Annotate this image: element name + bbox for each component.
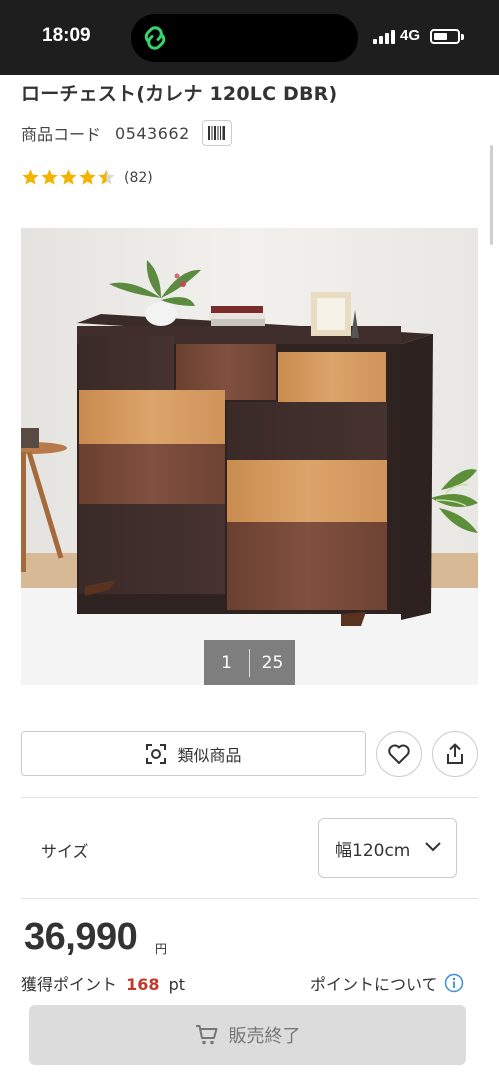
- dynamic-island: [131, 14, 358, 62]
- star-icon: [41, 169, 58, 185]
- divider: [21, 797, 478, 798]
- scan-icon: [146, 743, 167, 764]
- image-current: 1: [221, 652, 232, 673]
- size-select[interactable]: 幅120cm: [318, 818, 457, 878]
- similar-products-label: 類似商品: [177, 745, 242, 765]
- star-icon: [22, 169, 39, 185]
- barcode-icon: [207, 126, 225, 140]
- share-button[interactable]: [432, 731, 478, 777]
- image-total: 25: [261, 652, 284, 673]
- status-bar: 18:09 4G: [0, 0, 499, 75]
- product-code-value: 0543662: [115, 123, 190, 143]
- product-title: ローチェスト(カレナ 120LC DBR): [21, 83, 338, 105]
- scrollbar[interactable]: [490, 145, 493, 245]
- points-label: 獲得ポイント: [21, 975, 118, 994]
- size-selected-value: 幅120cm: [335, 840, 411, 861]
- info-icon: [444, 973, 463, 993]
- product-code-row: 商品コード 0543662: [21, 120, 232, 146]
- price-amount: 36,990: [24, 916, 138, 958]
- battery-nub: [461, 34, 464, 40]
- cart-icon: [195, 1025, 217, 1045]
- product-photo: [21, 228, 478, 685]
- chevron-down-icon: [425, 842, 441, 852]
- star-icon: [60, 169, 77, 185]
- size-label: サイズ: [41, 842, 89, 861]
- rating-stars: [21, 168, 116, 187]
- barcode-button[interactable]: [201, 120, 232, 146]
- favorite-button[interactable]: [376, 731, 422, 777]
- sold-out-label: 販売終了: [228, 1026, 301, 1047]
- product-image[interactable]: [21, 228, 478, 685]
- status-time: 18:09: [42, 25, 91, 46]
- battery-level: [434, 33, 447, 40]
- image-counter: 1 25: [204, 640, 295, 685]
- sold-out-button[interactable]: 販売終了: [29, 1005, 466, 1065]
- price-currency: 円: [155, 942, 168, 956]
- star-icon: [79, 169, 96, 185]
- network-type: 4G: [400, 27, 421, 44]
- points-row: 獲得ポイント 168 pt: [21, 971, 185, 995]
- points-unit: pt: [168, 975, 186, 994]
- points-about-link[interactable]: ポイントについて: [310, 971, 464, 995]
- battery-icon: [430, 29, 460, 44]
- product-code-label: 商品コード: [21, 125, 102, 144]
- share-icon: [447, 743, 463, 764]
- star-icon: [98, 169, 115, 185]
- points-about-label: ポイントについて: [310, 975, 438, 994]
- review-count[interactable]: (82): [124, 170, 153, 186]
- rating-row[interactable]: (82): [21, 168, 153, 187]
- points-value: 168: [126, 975, 160, 994]
- link-app-icon: [144, 26, 166, 50]
- heart-icon: [388, 744, 410, 764]
- similar-products-button[interactable]: 類似商品: [21, 731, 366, 776]
- divider: [21, 898, 478, 899]
- signal-icon: [373, 30, 395, 44]
